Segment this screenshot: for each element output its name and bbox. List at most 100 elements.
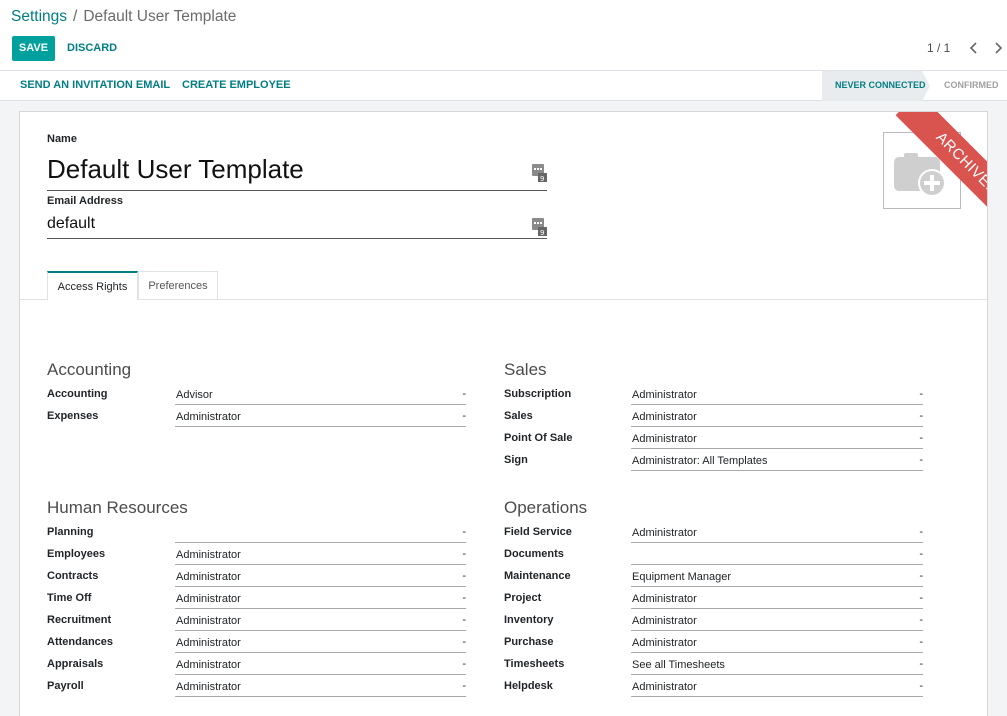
field-label-helpdesk: Helpdesk (504, 680, 553, 692)
field-label-point-of-sale: Point Of Sale (504, 432, 573, 444)
select-documents[interactable]: - (631, 543, 923, 565)
select-dash: - (919, 570, 923, 582)
select-value: Administrator (632, 433, 697, 445)
select-purchase[interactable]: Administrator - (631, 631, 923, 653)
chevron-left-icon[interactable] (966, 38, 982, 58)
field-label-payroll: Payroll (47, 680, 84, 692)
field-label-sign: Sign (504, 454, 528, 466)
name-field[interactable]: Default User Template (47, 150, 547, 191)
field-label-expenses: Expenses (47, 410, 99, 422)
group-title-human-resources: Human Resources (47, 498, 188, 517)
form-sheet: Name Default User Template 9 Email Addre… (19, 111, 988, 716)
select-value: Administrator (176, 593, 241, 605)
field-label-employees: Employees (47, 548, 106, 560)
breadcrumb-separator: / (73, 8, 78, 25)
stage-confirmed: CONFIRMED (944, 80, 999, 90)
select-subscription[interactable]: Administrator - (631, 383, 923, 405)
send-invitation-email-button[interactable]: SEND AN INVITATION EMAIL (20, 79, 170, 91)
chevron-right-icon[interactable] (990, 38, 1006, 58)
select-value: Administrator (632, 389, 697, 401)
select-value: Equipment Manager (632, 571, 732, 583)
tab-access-rights[interactable]: Access Rights (47, 271, 138, 300)
translate-icon[interactable]: 9 (532, 164, 547, 183)
field-label-planning: Planning (47, 526, 94, 538)
field-label-attendances: Attendances (47, 636, 114, 648)
select-attendances[interactable]: Administrator - (175, 631, 466, 653)
select-dash: - (919, 432, 923, 444)
select-accounting[interactable]: Advisor - (175, 383, 466, 405)
select-value: Administrator (632, 527, 697, 539)
field-label-time-off: Time Off (47, 592, 92, 604)
field-label-timesheets: Timesheets (504, 658, 565, 670)
select-dash: - (919, 454, 923, 466)
select-planning[interactable]: - (175, 521, 466, 543)
field-label-inventory: Inventory (504, 614, 554, 626)
email-field[interactable]: default (47, 212, 547, 239)
select-dash: - (462, 658, 466, 670)
select-dash: - (462, 680, 466, 692)
select-dash: - (919, 548, 923, 560)
group-title-accounting: Accounting (47, 360, 132, 379)
select-dash: - (462, 526, 466, 538)
field-label-sales: Sales (504, 410, 533, 422)
select-dash: - (919, 658, 923, 670)
select-timesheets[interactable]: See all Timesheets - (631, 653, 923, 675)
select-dash: - (919, 410, 923, 422)
select-inventory[interactable]: Administrator - (631, 609, 923, 631)
field-label-maintenance: Maintenance (504, 570, 571, 582)
select-dash: - (919, 614, 923, 626)
create-employee-button[interactable]: CREATE EMPLOYEE (182, 79, 291, 91)
select-contracts[interactable]: Administrator - (175, 565, 466, 587)
control-panel: Settings / Default User Template SAVE DISC… (0, 0, 1007, 71)
select-value: Administrator (176, 615, 241, 627)
pager-value[interactable]: 1 / 1 (927, 41, 950, 55)
select-employees[interactable]: Administrator - (175, 543, 466, 565)
field-label-accounting: Accounting (47, 388, 108, 400)
select-dash: - (462, 410, 466, 422)
select-sales[interactable]: Administrator - (631, 405, 923, 427)
breadcrumb: Settings / Default User Template (11, 8, 236, 26)
breadcrumb-current: Default User Template (83, 8, 237, 25)
select-project[interactable]: Administrator - (631, 587, 923, 609)
select-field-service[interactable]: Administrator - (631, 521, 923, 543)
select-appraisals[interactable]: Administrator - (175, 653, 466, 675)
svg-text:9: 9 (540, 175, 544, 182)
archived-ribbon: ARCHIVED (895, 112, 987, 232)
select-dash: - (919, 388, 923, 400)
select-expenses[interactable]: Administrator - (175, 405, 466, 427)
select-value: See all Timesheets (632, 659, 725, 671)
field-label-subscription: Subscription (504, 388, 572, 400)
select-payroll[interactable]: Administrator - (175, 675, 466, 697)
group-title-sales: Sales (504, 360, 547, 379)
statusbar: SEND AN INVITATION EMAIL CREATE EMPLOYEE… (0, 71, 1007, 101)
select-dash: - (462, 614, 466, 626)
select-dash: - (462, 592, 466, 604)
field-label-purchase: Purchase (504, 636, 554, 648)
select-time-off[interactable]: Administrator - (175, 587, 466, 609)
select-point-of-sale[interactable]: Administrator - (631, 427, 923, 449)
select-value: Administrator (176, 659, 241, 671)
select-helpdesk[interactable]: Administrator - (631, 675, 923, 697)
select-sign[interactable]: Administrator: All Templates - (631, 449, 923, 471)
field-label-project: Project (504, 592, 542, 604)
translate-icon[interactable]: 9 (532, 218, 547, 237)
breadcrumb-settings-link[interactable]: Settings (11, 8, 67, 25)
select-maintenance[interactable]: Equipment Manager - (631, 565, 923, 587)
tab-preferences[interactable]: Preferences (138, 271, 218, 299)
select-dash: - (462, 388, 466, 400)
select-dash: - (919, 592, 923, 604)
discard-button[interactable]: DISCARD (67, 36, 117, 61)
select-value: Administrator (176, 681, 241, 693)
select-value: Administrator (632, 615, 697, 627)
field-label-documents: Documents (504, 548, 564, 560)
select-dash: - (462, 636, 466, 648)
select-value: Administrator (632, 637, 697, 649)
svg-text:9: 9 (540, 229, 544, 236)
select-recruitment[interactable]: Administrator - (175, 609, 466, 631)
select-value: Administrator (176, 549, 241, 561)
select-dash: - (919, 526, 923, 538)
email-label: Email Address (47, 195, 124, 207)
stage-never-connected: NEVER CONNECTED (822, 71, 930, 101)
group-title-operations: Operations (504, 498, 588, 517)
save-button[interactable]: SAVE (12, 36, 55, 61)
